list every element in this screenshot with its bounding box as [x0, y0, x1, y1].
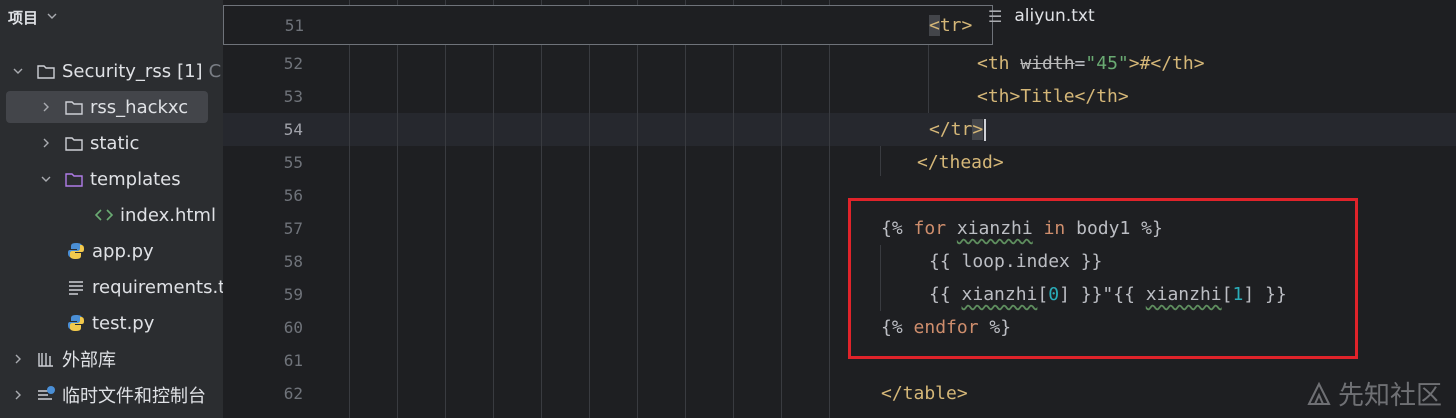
indent-guide — [880, 146, 881, 176]
indent-guide — [781, 0, 782, 418]
tree-item-extra: C — [208, 60, 222, 82]
tree-item-label: 临时文件和控制台 — [62, 386, 206, 407]
line-number: 58 — [283, 252, 303, 271]
chevron-right-icon[interactable] — [40, 101, 52, 113]
chevron-right-icon[interactable] — [12, 389, 24, 401]
module-marker: [1] — [177, 60, 203, 82]
watermark: 先知社区 — [1306, 375, 1442, 412]
tab-label: aliyun.txt — [1014, 6, 1095, 26]
indent-guide — [589, 0, 590, 418]
code-line-52[interactable]: <th width="45">#</th> — [977, 47, 1205, 80]
tree-item-label: index.html — [120, 204, 216, 226]
chevron-down-icon[interactable] — [40, 173, 52, 185]
chevron-down-icon[interactable] — [46, 8, 58, 26]
html-file-icon — [94, 205, 114, 225]
indent-guide — [541, 0, 542, 418]
current-line-highlight — [223, 113, 1456, 146]
python-file-icon — [66, 241, 86, 261]
tree-item-static[interactable]: static — [0, 127, 223, 159]
indent-guide — [445, 0, 446, 418]
line-number: 60 — [283, 318, 303, 337]
tree-item-label: test.py — [92, 312, 155, 334]
tree-item-requirements[interactable]: requirements.t — [0, 271, 223, 303]
line-number: 56 — [283, 186, 303, 205]
line-number: 52 — [283, 54, 303, 73]
line-number: 51 — [284, 16, 304, 35]
indent-guide — [685, 0, 686, 418]
tree-item-label: requirements.t — [92, 276, 223, 298]
tree-item-security-rss[interactable]: Security_rss [1] C — [0, 55, 223, 87]
tree-item-label: app.py — [92, 240, 154, 262]
project-panel-title: 项目 — [8, 8, 39, 27]
highlight-box — [848, 198, 1358, 359]
line-number: 62 — [283, 384, 303, 403]
text-caret — [984, 119, 987, 141]
indent-guide — [928, 45, 929, 113]
code-line-62[interactable]: </table> — [881, 377, 968, 410]
watermark-logo-icon — [1307, 381, 1331, 405]
tree-item-label: templates — [90, 168, 181, 190]
tree-item-rss-hackxc[interactable]: rss_hackxc — [6, 91, 208, 123]
templates-folder-icon — [64, 169, 84, 189]
line-number: 59 — [283, 285, 303, 304]
tree-item-label: Security_rss — [62, 60, 172, 82]
chevron-right-icon[interactable] — [12, 353, 24, 365]
line-number: 54 — [283, 120, 303, 139]
project-panel-header[interactable]: 项目 — [8, 4, 58, 30]
text-file-icon — [66, 277, 86, 297]
editor-tab-aliyun[interactable]: ☰ aliyun.txt — [988, 3, 1095, 29]
tree-item-scratches-consoles[interactable]: 临时文件和控制台 — [0, 379, 223, 411]
sticky-line-header[interactable]: 51 <tr> — [223, 5, 993, 45]
code-line-55[interactable]: </thead> — [917, 146, 1004, 179]
code-line-54[interactable]: </tr> — [929, 113, 987, 146]
tree-item-templates[interactable]: templates — [0, 163, 223, 195]
code-line-53[interactable]: <th>Title</th> — [977, 80, 1129, 113]
folder-icon — [64, 133, 84, 153]
indent-guide — [637, 0, 638, 418]
library-icon — [36, 349, 56, 369]
tree-item-index-html[interactable]: index.html — [0, 199, 223, 231]
scratches-icon — [36, 385, 56, 405]
indent-guide — [493, 0, 494, 418]
folder-icon — [64, 97, 84, 117]
folder-icon — [36, 61, 56, 81]
tree-item-label: 外部库 — [62, 350, 116, 371]
project-panel: 项目 Security_rss [1] C rss_hackxc static … — [0, 0, 223, 418]
line-number: 55 — [283, 153, 303, 172]
chevron-right-icon[interactable] — [40, 137, 52, 149]
text-file-icon: ☰ — [988, 6, 1003, 26]
tree-item-label: static — [90, 132, 140, 154]
line-number: 61 — [283, 351, 303, 370]
line-number: 53 — [283, 87, 303, 106]
tree-item-test-py[interactable]: test.py — [0, 307, 223, 339]
watermark-text: 先知社区 — [1337, 381, 1442, 411]
tree-item-app-py[interactable]: app.py — [0, 235, 223, 267]
code-editor[interactable]: 52 53 54 55 56 57 58 59 60 61 62 <th wid… — [223, 0, 1456, 418]
code-line-51[interactable]: <tr> — [929, 9, 972, 42]
chevron-down-icon[interactable] — [12, 65, 24, 77]
tree-item-label: rss_hackxc — [90, 96, 189, 118]
tree-item-external-libraries[interactable]: 外部库 — [0, 343, 223, 375]
python-file-icon — [66, 313, 86, 333]
indent-guide — [397, 0, 398, 418]
indent-guide — [733, 0, 734, 418]
line-number: 57 — [283, 219, 303, 238]
indent-guide — [829, 0, 830, 418]
indent-guide — [349, 0, 350, 418]
